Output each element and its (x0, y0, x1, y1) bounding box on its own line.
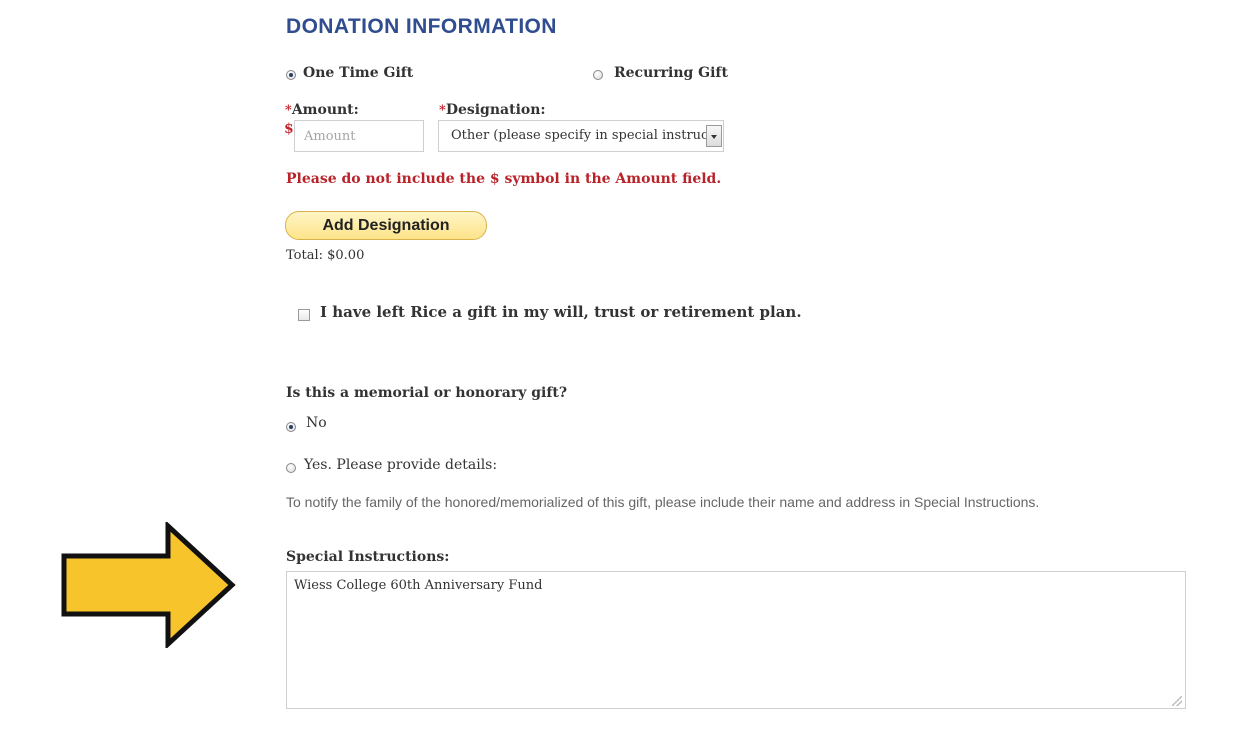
add-designation-button[interactable]: Add Designation (285, 211, 487, 240)
arrow-right-icon (61, 522, 236, 648)
special-instructions-label: Special Instructions: (286, 549, 450, 565)
chevron-down-icon[interactable] (706, 125, 722, 147)
recurring-gift-radio[interactable] (593, 70, 603, 80)
designation-required-mark: * (439, 103, 446, 118)
amount-input[interactable] (294, 120, 424, 152)
memorial-no-label[interactable]: No (306, 415, 327, 431)
memorial-yes-radio[interactable] (286, 463, 296, 473)
memorial-yes-label[interactable]: Yes. Please provide details: (304, 457, 497, 473)
will-gift-checkbox[interactable] (298, 309, 310, 321)
resize-grip-icon[interactable] (1172, 696, 1182, 706)
designation-selected-value: Other (please specify in special instruc… (451, 128, 706, 143)
designation-label-group: *Designation: (439, 99, 546, 118)
notify-notice: To notify the family of the honored/memo… (286, 494, 1040, 510)
memorial-question: Is this a memorial or honorary gift? (286, 385, 568, 401)
amount-label-group: *Amount: (285, 99, 359, 118)
amount-label: Amount: (291, 102, 359, 118)
special-instructions-textarea[interactable]: Wiess College 60th Anniversary Fund (286, 571, 1186, 709)
one-time-gift-radio[interactable] (286, 70, 296, 80)
designation-label: Designation: (445, 102, 546, 118)
amount-required-mark: * (285, 103, 292, 118)
designation-select[interactable]: Other (please specify in special instruc… (438, 120, 724, 152)
currency-symbol: $ (284, 121, 294, 137)
section-title: DONATION INFORMATION (286, 15, 557, 38)
total-amount: Total: $0.00 (286, 248, 365, 263)
memorial-no-radio[interactable] (286, 422, 296, 432)
will-gift-label[interactable]: I have left Rice a gift in my will, trus… (320, 303, 802, 321)
amount-warning: Please do not include the $ symbol in th… (286, 171, 722, 187)
one-time-gift-label[interactable]: One Time Gift (303, 65, 413, 81)
recurring-gift-label[interactable]: Recurring Gift (614, 65, 728, 81)
